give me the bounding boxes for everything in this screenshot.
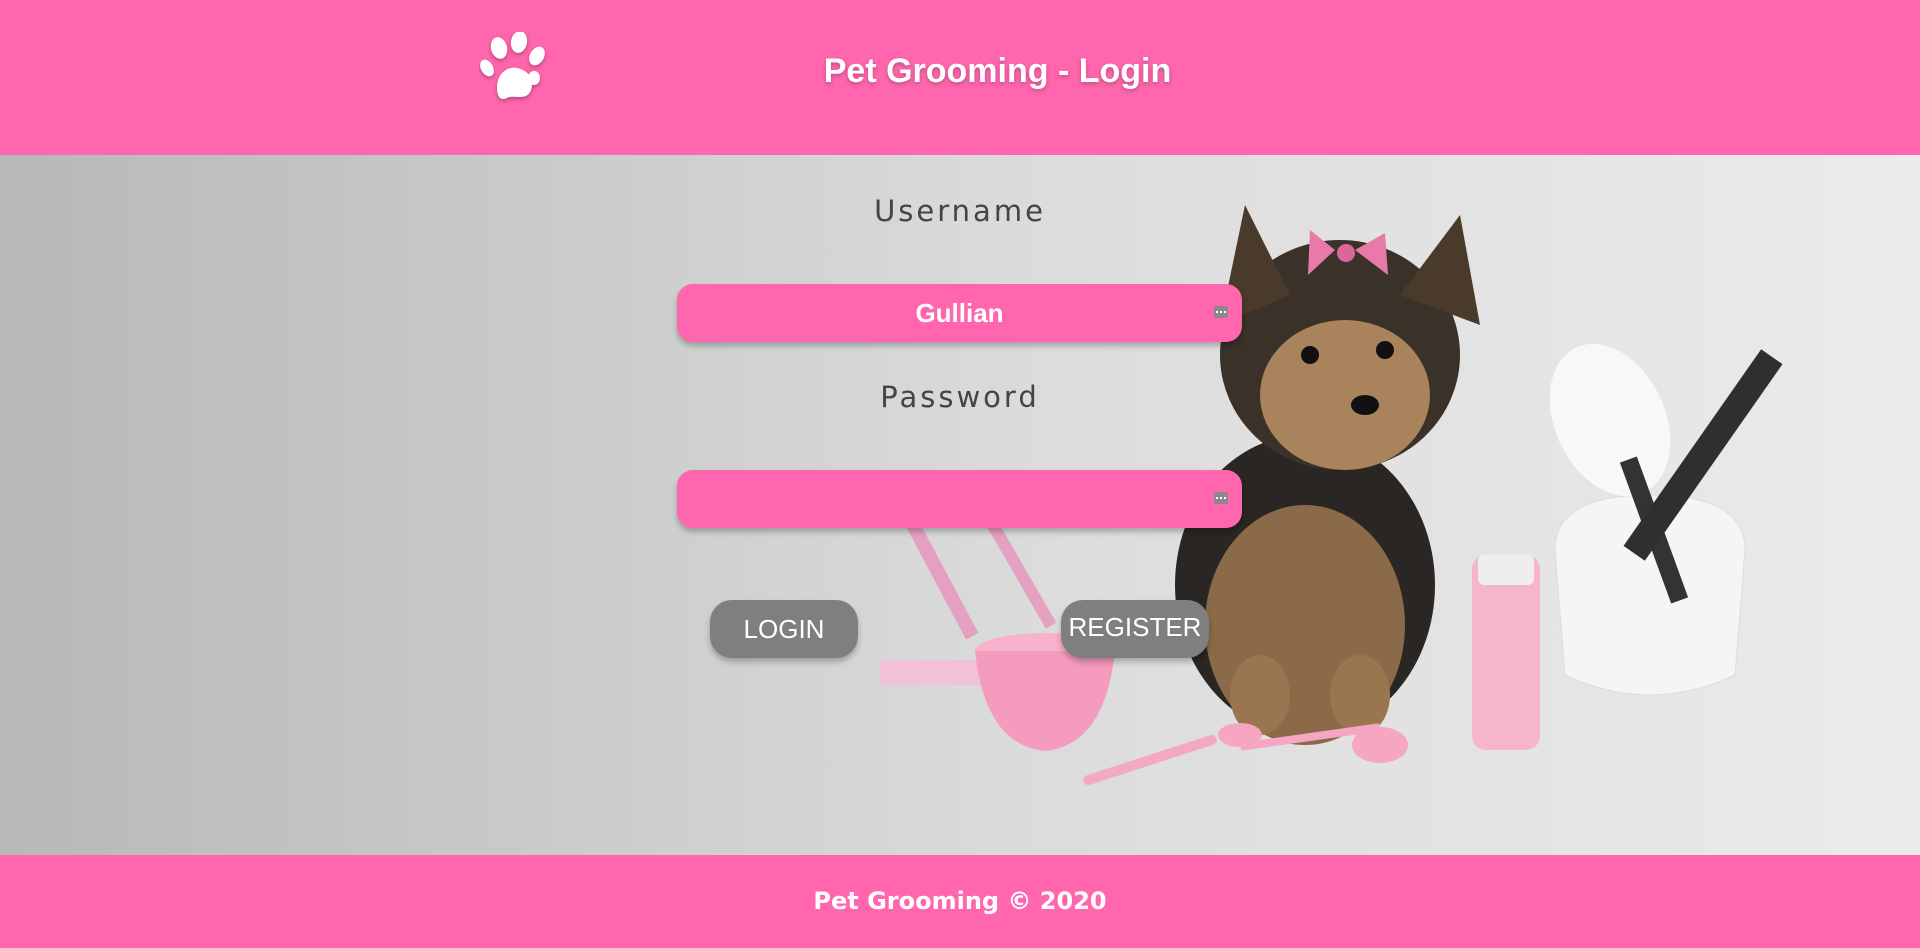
username-field[interactable]: Gullian [677, 284, 1242, 342]
footer-copyright: Pet Grooming © 2020 [813, 887, 1107, 915]
password-field[interactable] [677, 470, 1242, 528]
hero-section: Username Gullian Password LOGIN REGISTER [0, 155, 1920, 855]
password-manager-icon[interactable] [1214, 492, 1228, 504]
password-label: Password [880, 380, 1040, 414]
paw-icon [479, 31, 555, 106]
username-label: Username [874, 194, 1046, 228]
password-manager-icon[interactable] [1214, 306, 1228, 318]
username-value: Gullian [915, 298, 1004, 328]
page-header: Pet Grooming - Login [0, 0, 1920, 155]
page-title: Pet Grooming - Login [823, 52, 1172, 90]
login-button[interactable]: LOGIN [710, 600, 858, 658]
page-footer: Pet Grooming © 2020 [0, 855, 1920, 948]
register-button[interactable]: REGISTER [1061, 600, 1209, 658]
